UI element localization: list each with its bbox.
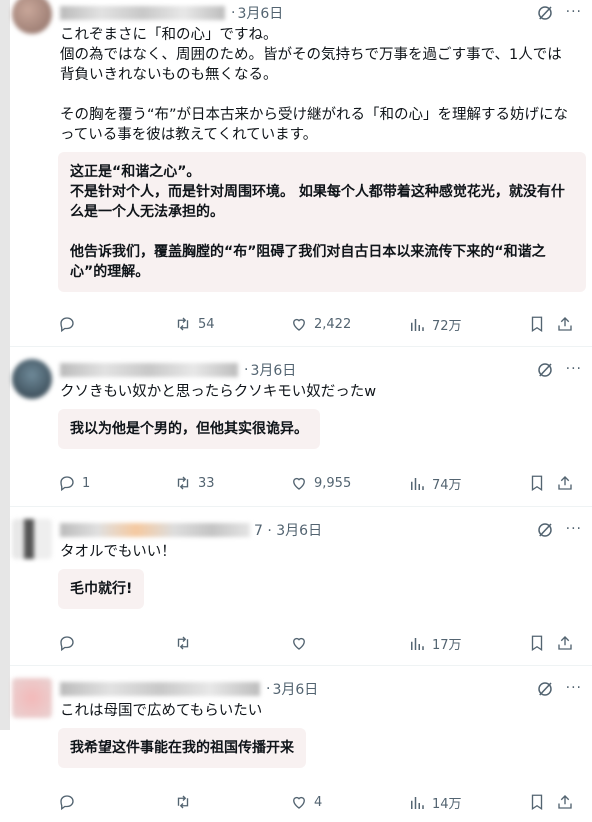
like-button[interactable] — [290, 634, 314, 652]
grok-icon[interactable] — [536, 521, 554, 539]
user-name-blurred[interactable] — [60, 682, 260, 696]
views-icon — [411, 318, 424, 331]
share-icon — [558, 317, 572, 331]
avatar[interactable] — [12, 519, 52, 559]
retweet-button[interactable] — [174, 634, 198, 652]
like-icon — [293, 477, 305, 490]
user-name-blurred[interactable] — [60, 523, 250, 537]
tweet-date[interactable]: 3月6日 — [237, 3, 283, 23]
tweet-text: クソきもい奴かと思ったらクソキモい奴だったw — [60, 384, 377, 400]
reply-button[interactable] — [58, 634, 82, 652]
share-button[interactable] — [556, 793, 574, 811]
share-button[interactable] — [556, 474, 574, 492]
more-icon[interactable]: ··· — [566, 521, 582, 537]
views-icon — [411, 637, 424, 650]
tweet-header: · 3月6日 — [60, 360, 296, 380]
share-button[interactable] — [556, 634, 574, 652]
retweet-button[interactable]: 33 — [174, 474, 215, 492]
reply-icon — [60, 317, 74, 333]
avatar[interactable] — [12, 359, 52, 399]
retweet-icon — [177, 636, 189, 650]
bookmark-button[interactable] — [528, 315, 546, 333]
reply-button[interactable] — [58, 315, 82, 333]
retweet-button[interactable] — [174, 793, 198, 811]
tweet-actions: 4 14万 — [58, 793, 582, 813]
reply-icon — [60, 476, 74, 492]
tweet-actions: 1 33 9,955 74万 — [58, 474, 582, 494]
tweet-date[interactable]: 3月6日 — [250, 360, 296, 380]
bookmark-icon — [531, 316, 543, 333]
share-icon — [558, 795, 572, 809]
like-icon — [293, 637, 305, 650]
views-button[interactable]: 14万 — [408, 793, 462, 812]
user-name-blurred[interactable] — [60, 6, 225, 20]
like-button[interactable]: 9,955 — [290, 474, 351, 492]
tweet-actions: 17万 — [58, 634, 582, 654]
share-icon — [558, 636, 572, 650]
like-button[interactable]: 2,422 — [290, 315, 351, 333]
tweet-header: · 3月6日 — [60, 679, 318, 699]
share-icon — [558, 476, 572, 490]
views-icon — [411, 477, 424, 490]
bookmark-icon — [531, 635, 543, 652]
views-button[interactable]: 17万 — [408, 634, 462, 653]
bookmark-button[interactable] — [528, 634, 546, 652]
tweet[interactable]: · 3月6日 ··· これは母国で広めてもらいたい 我希望这件事能在我的祖国传播… — [10, 666, 592, 822]
translation-box: 毛巾就行! — [58, 569, 145, 609]
tweet[interactable]: · 3月6日 ··· クソきもい奴かと思ったらクソキモい奴だったw 我以为他是个… — [10, 347, 592, 505]
like-icon — [293, 318, 305, 331]
tweet-text: これぞまさに「和の心」ですね。 個の為ではなく、周囲のため。皆がその気持ちで万事… — [60, 27, 569, 143]
tweet-date[interactable]: 7 · 3月6日 — [254, 520, 322, 540]
translation-box: 我希望这件事能在我的祖国传播开来 — [58, 728, 306, 768]
tweet-header: · 3月6日 — [60, 3, 283, 23]
user-name-blurred[interactable] — [60, 363, 238, 377]
like-icon — [293, 796, 305, 809]
tweet[interactable]: · 3月6日 ··· これぞまさに「和の心」ですね。 個の為ではなく、周囲のため… — [10, 0, 592, 345]
more-icon[interactable]: ··· — [566, 361, 582, 377]
retweet-icon — [177, 476, 189, 490]
grok-icon[interactable] — [536, 361, 554, 379]
translation-box: 这正是“和谐之心”。 不是针对个人，而是针对周围环境。 如果每个人都带着这种感觉… — [58, 152, 586, 292]
tweet-text: これは母国で広めてもらいたい — [60, 703, 263, 719]
tweet[interactable]: 7 · 3月6日 ··· タオルでもいい！ 毛巾就行! 17万 — [10, 507, 592, 665]
tweet-date[interactable]: 3月6日 — [272, 679, 318, 699]
views-icon — [411, 796, 424, 809]
grok-icon[interactable] — [536, 4, 554, 22]
reply-button[interactable]: 1 — [58, 474, 90, 492]
views-button[interactable]: 72万 — [408, 315, 462, 334]
avatar[interactable] — [12, 678, 52, 718]
like-button[interactable]: 4 — [290, 793, 322, 811]
reply-icon — [60, 795, 74, 811]
tweet-actions: 54 2,422 72万 — [58, 315, 582, 335]
tweet-text: タオルでもいい！ — [60, 544, 176, 560]
retweet-icon — [177, 317, 189, 331]
bookmark-icon — [531, 794, 543, 811]
more-icon[interactable]: ··· — [566, 4, 582, 20]
views-button[interactable]: 74万 — [408, 474, 462, 493]
tweet-header: 7 · 3月6日 — [60, 520, 322, 540]
retweet-button[interactable]: 54 — [174, 315, 215, 333]
bookmark-button[interactable] — [528, 793, 546, 811]
reply-button[interactable] — [58, 793, 82, 811]
more-icon[interactable]: ··· — [566, 680, 582, 696]
retweet-icon — [177, 795, 189, 809]
bookmark-icon — [531, 475, 543, 492]
bookmark-button[interactable] — [528, 474, 546, 492]
translation-box: 我以为他是个男的，但他其实很诡异。 — [58, 409, 320, 449]
avatar[interactable] — [12, 0, 52, 34]
thread-line — [0, 0, 10, 730]
grok-icon[interactable] — [536, 680, 554, 698]
share-button[interactable] — [556, 315, 574, 333]
reply-icon — [60, 636, 74, 652]
